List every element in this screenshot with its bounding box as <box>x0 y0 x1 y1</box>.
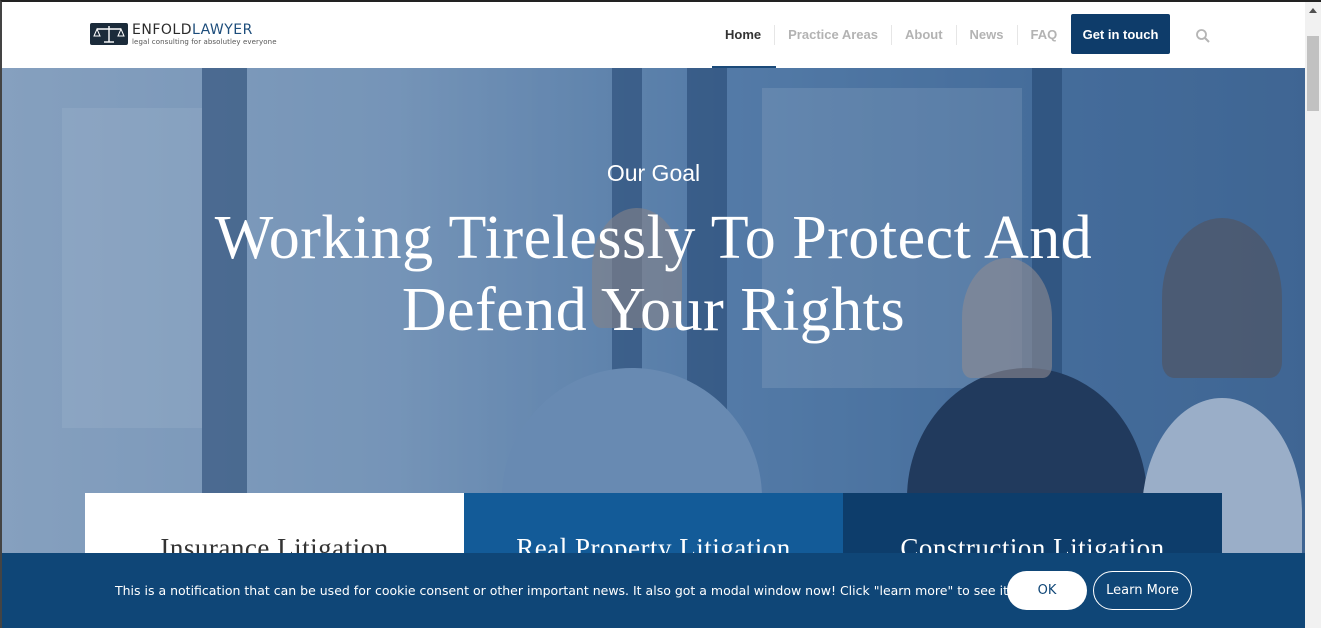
scroll-thumb[interactable] <box>1307 36 1319 111</box>
nav-item-faq[interactable]: FAQ <box>1016 25 1071 45</box>
nav-item-news[interactable]: News <box>955 25 1017 45</box>
search-icon[interactable] <box>1195 28 1211 44</box>
nav-item-home[interactable]: Home <box>712 25 774 45</box>
site-header: ENFOLDLAWYER legal consulting for absolu… <box>2 2 1305 69</box>
main-nav: Home Practice Areas About News FAQ <box>712 2 1070 68</box>
get-in-touch-button[interactable]: Get in touch <box>1071 14 1170 54</box>
logo-name: ENFOLDLAWYER <box>132 22 253 38</box>
nav-item-practice-areas[interactable]: Practice Areas <box>774 25 891 45</box>
scales-icon <box>90 23 128 45</box>
scroll-up-arrow-icon[interactable] <box>1309 8 1317 13</box>
cookie-ok-button[interactable]: OK <box>1007 571 1087 610</box>
logo-tagline: legal consulting for absolutley everyone <box>132 38 277 46</box>
cookie-message: This is a notification that can be used … <box>115 583 1013 598</box>
hero-title: Working Tirelessly To Protect And Defend… <box>214 204 1093 344</box>
cookie-learn-more-button[interactable]: Learn More <box>1093 571 1192 610</box>
page-scrollbar[interactable] <box>1305 2 1321 628</box>
site-logo[interactable]: ENFOLDLAWYER legal consulting for absolu… <box>90 23 277 46</box>
hero-subtitle: Our Goal <box>606 160 701 186</box>
nav-item-about[interactable]: About <box>890 25 956 45</box>
cookie-notice-bar: This is a notification that can be used … <box>2 553 1305 628</box>
